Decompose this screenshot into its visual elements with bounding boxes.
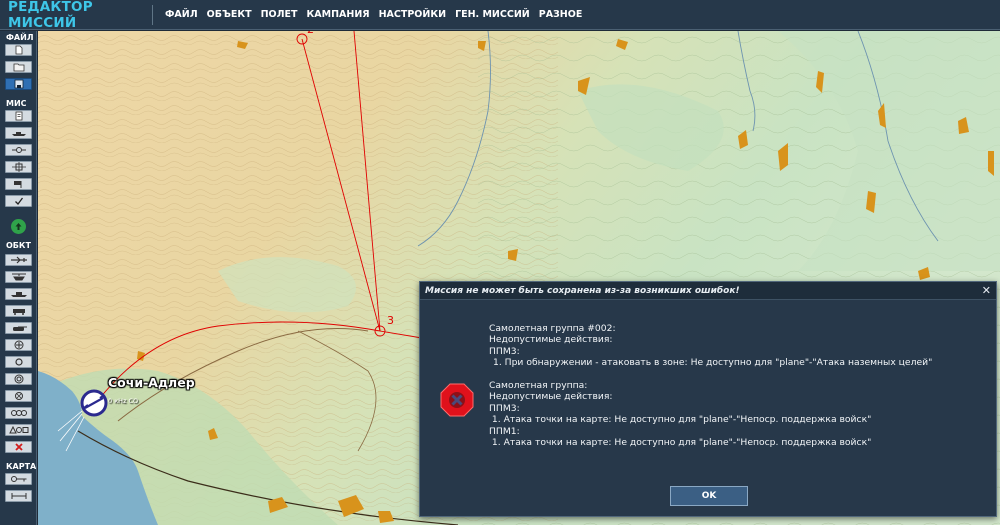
delete-button[interactable] xyxy=(5,441,32,453)
ruler-button[interactable] xyxy=(5,490,32,502)
ruler-icon xyxy=(11,493,26,499)
flag-icon xyxy=(13,181,21,188)
upload-button[interactable] xyxy=(11,219,26,234)
message-line xyxy=(489,369,932,380)
map-options-button[interactable] xyxy=(5,473,32,485)
dialog-message: Самолетная группа #002: Недопустимые дейс… xyxy=(489,323,932,448)
menu-settings[interactable]: НАСТРОЙКИ xyxy=(379,9,446,20)
message-line: ППМ3: xyxy=(489,345,520,357)
dialog-header: Миссия не может быть сохранена из-за воз… xyxy=(420,282,996,300)
check-icon xyxy=(14,197,23,205)
briefing-button[interactable] xyxy=(5,110,32,122)
waypoint-icon xyxy=(14,392,23,400)
static-icon xyxy=(14,358,23,366)
cluster-button[interactable] xyxy=(5,407,32,419)
add-vehicle-button[interactable] xyxy=(5,305,32,317)
upload-icon xyxy=(15,223,22,230)
airbase-frequency: 0 кHz CO xyxy=(108,397,139,405)
message-line: Самолетная группа: xyxy=(489,380,588,392)
message-line: 1. При обнаружении - атаковать в зоне: Н… xyxy=(493,357,933,369)
open-file-button[interactable] xyxy=(5,61,32,73)
airfield-icon xyxy=(14,340,23,350)
waypoint-label-3: 3 xyxy=(387,314,394,327)
left-toolbar: ФАЙЛ МИС ОБКТ КАРТА xyxy=(0,31,37,525)
toolbar-section-objects: ОБКТ xyxy=(6,241,31,250)
toolbar-section-file: ФАЙЛ xyxy=(6,33,34,42)
menu-campaign[interactable]: КАМПАНИЯ xyxy=(307,9,370,20)
new-file-button[interactable] xyxy=(5,44,32,56)
save-file-button[interactable] xyxy=(5,78,32,90)
add-static-button[interactable] xyxy=(5,356,32,368)
tank-icon xyxy=(12,326,27,331)
trigger-zone-button[interactable] xyxy=(5,161,32,173)
dialog-title: Миссия не может быть сохранена из-за воз… xyxy=(425,285,740,296)
main-menu: ФАЙЛ ОБЪЕКТ ПОЛЕТ КАМПАНИЯ НАСТРОЙКИ ГЕН… xyxy=(165,9,582,20)
cluster-icon xyxy=(10,410,27,416)
zone-icon xyxy=(14,374,23,384)
route-button[interactable] xyxy=(5,144,32,156)
briefing-icon xyxy=(15,111,22,121)
helicopter-icon xyxy=(11,273,26,281)
menu-object[interactable]: ОБЪЕКТ xyxy=(207,9,252,20)
add-plane-button[interactable] xyxy=(5,254,32,266)
draw-shapes-button[interactable] xyxy=(5,424,32,436)
message-line: 1. Атака точки на карте: Не доступно для… xyxy=(489,437,872,449)
ship-icon xyxy=(10,292,27,297)
message-line: Недопустимые действия: xyxy=(489,334,613,346)
key-icon xyxy=(10,476,26,482)
ok-button[interactable]: OK xyxy=(670,486,748,506)
delete-icon xyxy=(14,443,23,451)
app-title: РЕДАКТОР МИССИЙ xyxy=(8,0,93,31)
open-folder-icon xyxy=(13,63,24,72)
error-stop-icon xyxy=(440,383,474,417)
save-icon xyxy=(14,79,23,89)
check-mission-button[interactable] xyxy=(5,195,32,207)
add-zone-button[interactable] xyxy=(5,373,32,385)
menu-divider xyxy=(152,4,153,25)
shapes-icon xyxy=(8,426,28,434)
add-airfield-button[interactable] xyxy=(5,339,32,351)
add-tank-button[interactable] xyxy=(5,322,32,334)
toolbar-section-map: КАРТА xyxy=(6,462,37,471)
vehicle-icon xyxy=(12,309,25,315)
menu-file[interactable]: ФАЙЛ xyxy=(165,9,198,20)
mission-editor-window: РЕДАКТОР МИССИЙ ФАЙЛ ОБЪЕКТ ПОЛЕТ КАМПАН… xyxy=(0,0,1000,525)
airbase-name[interactable]: Сочи-Адлер xyxy=(108,375,195,390)
waypoint-label-2: 2 xyxy=(307,31,314,36)
message-line: ППМ3: xyxy=(489,402,520,414)
route-icon xyxy=(11,147,26,153)
menu-flight[interactable]: ПОЛЕТ xyxy=(261,9,298,20)
new-file-icon xyxy=(15,45,22,55)
menu-mission-generator[interactable]: ГЕН. МИССИЙ xyxy=(455,9,530,20)
error-dialog: Миссия не может быть сохранена из-за воз… xyxy=(419,281,997,517)
flag-button[interactable] xyxy=(5,178,32,190)
message-line: ППМ1: xyxy=(489,425,520,437)
close-icon[interactable]: ✕ xyxy=(982,284,991,297)
plane-icon xyxy=(10,256,27,264)
top-bar: РЕДАКТОР МИССИЙ ФАЙЛ ОБЪЕКТ ПОЛЕТ КАМПАН… xyxy=(0,0,1000,31)
menu-misc[interactable]: РАЗНОЕ xyxy=(539,9,583,20)
target-icon xyxy=(11,162,26,172)
add-helicopter-button[interactable] xyxy=(5,271,32,283)
mission-goals-button[interactable] xyxy=(5,127,32,139)
message-line: 1. Атака точки на карте: Не доступно для… xyxy=(489,414,872,426)
message-line: Самолетная группа #002: xyxy=(489,323,616,334)
add-waypoint-button[interactable] xyxy=(5,390,32,402)
ship-icon xyxy=(11,132,26,136)
add-ship-button[interactable] xyxy=(5,288,32,300)
message-line: Недопустимые действия: xyxy=(489,391,613,403)
toolbar-section-mission: МИС xyxy=(6,99,27,108)
